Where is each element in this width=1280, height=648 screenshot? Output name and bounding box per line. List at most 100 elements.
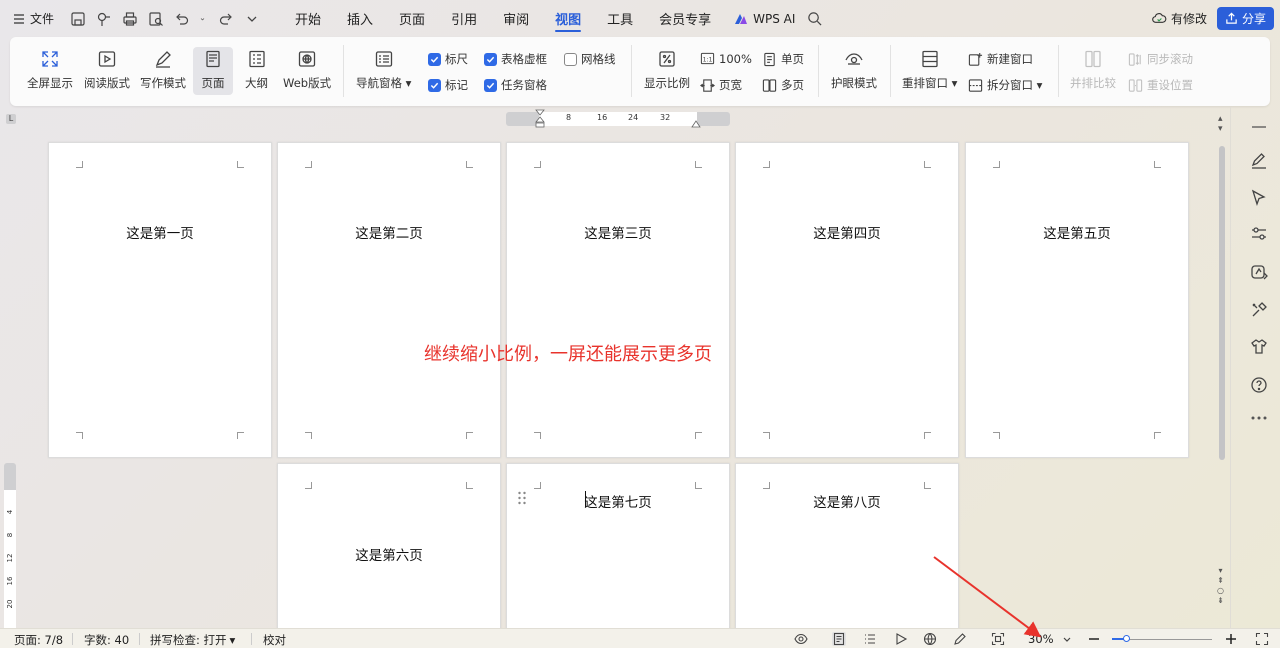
- document-page[interactable]: 这是第四页: [735, 142, 959, 458]
- task-pane-checkbox[interactable]: 任务窗格: [484, 77, 547, 93]
- print-icon[interactable]: [122, 11, 138, 27]
- ai-write-icon[interactable]: [1250, 263, 1268, 281]
- file-menu[interactable]: 文件: [14, 10, 54, 27]
- search-icon[interactable]: [807, 11, 822, 26]
- drag-handle-icon[interactable]: [517, 491, 527, 505]
- page-text[interactable]: 这是第一页: [49, 222, 271, 242]
- new-window-button[interactable]: 新建窗口: [968, 51, 1033, 67]
- document-page[interactable]: 这是第五页: [965, 142, 1189, 458]
- edit-pen-icon[interactable]: [1250, 152, 1268, 170]
- modified-status-button[interactable]: 有修改: [1152, 10, 1207, 27]
- page-text[interactable]: 这是第八页: [736, 491, 958, 511]
- document-page[interactable]: 这是第一页: [48, 142, 272, 458]
- tab-review[interactable]: 审阅: [490, 0, 542, 37]
- next-page-icon[interactable]: ⇟: [1217, 596, 1224, 605]
- undo-icon[interactable]: [174, 11, 190, 27]
- tab-member[interactable]: 会员专享: [646, 0, 724, 37]
- page-text[interactable]: 这是第七页: [507, 491, 729, 511]
- zoom-slider-handle[interactable]: [1123, 635, 1130, 642]
- web-view-globe-icon[interactable]: [923, 632, 937, 646]
- zoom-ratio-button[interactable]: 显示比例: [644, 49, 690, 91]
- page-text[interactable]: 这是第四页: [736, 222, 958, 242]
- page-text[interactable]: 这是第三页: [507, 222, 729, 242]
- play-icon[interactable]: [894, 632, 908, 646]
- prev-page-icon[interactable]: ⇞: [1217, 576, 1224, 585]
- page-view-button[interactable]: 页面: [193, 47, 233, 95]
- help-icon[interactable]: [1250, 376, 1268, 394]
- marks-checkbox[interactable]: 标记: [428, 77, 468, 93]
- redo-icon[interactable]: [218, 11, 234, 27]
- vertical-scrollbar-thumb[interactable]: [1219, 146, 1225, 460]
- document-page[interactable]: 这是第八页: [735, 463, 959, 633]
- select-cursor-icon[interactable]: [1250, 189, 1268, 207]
- tab-stop-selector[interactable]: L: [6, 114, 16, 124]
- page-text[interactable]: 这是第二页: [278, 222, 500, 242]
- format-shirt-icon[interactable]: [1250, 338, 1268, 356]
- tab-tools[interactable]: 工具: [594, 0, 646, 37]
- share-button[interactable]: 分享: [1216, 7, 1274, 30]
- page-width-button[interactable]: 页宽: [700, 77, 742, 93]
- side-by-side-button[interactable]: 并排比较: [1070, 49, 1116, 91]
- tab-insert[interactable]: 插入: [334, 0, 386, 37]
- wps-ai-button[interactable]: WPS AI: [734, 12, 795, 26]
- scroll-down-icon[interactable]: ▾: [1218, 566, 1222, 575]
- single-page-button[interactable]: 单页: [762, 51, 804, 67]
- zoom-100-button[interactable]: 1:1 100%: [700, 51, 752, 66]
- more-icon[interactable]: [1250, 415, 1268, 421]
- tab-home[interactable]: 开始: [282, 0, 334, 37]
- more-chevron-icon[interactable]: [244, 11, 260, 27]
- eye-care-toggle-icon[interactable]: [794, 632, 808, 646]
- zoom-out-icon[interactable]: [1087, 632, 1101, 646]
- collapse-panel-icon[interactable]: [1250, 125, 1268, 129]
- document-page[interactable]: 这是第三页: [506, 142, 730, 458]
- gridlines-checkbox[interactable]: 网格线: [564, 51, 616, 67]
- adjust-sliders-icon[interactable]: [1250, 225, 1268, 243]
- right-indent-marker-icon[interactable]: [691, 118, 701, 128]
- fit-page-icon[interactable]: [991, 632, 1005, 646]
- vertical-ruler[interactable]: 4 8 12 16 20: [4, 463, 16, 628]
- indent-marker-icon[interactable]: [535, 109, 545, 129]
- ruler-checkbox[interactable]: 标尺: [428, 51, 468, 67]
- page-indicator[interactable]: 页面: 7/8: [14, 632, 63, 648]
- zoom-in-icon[interactable]: [1224, 632, 1238, 646]
- fullscreen-button[interactable]: 全屏显示: [27, 49, 73, 91]
- write-mode-pen-icon[interactable]: [953, 632, 967, 646]
- export-pdf-icon[interactable]: [96, 11, 112, 27]
- read-mode-button[interactable]: 阅读版式: [84, 49, 130, 91]
- save-icon[interactable]: [70, 11, 86, 27]
- word-count[interactable]: 字数: 40: [84, 632, 129, 648]
- page-text[interactable]: 这是第五页: [966, 222, 1188, 242]
- tab-references[interactable]: 引用: [438, 0, 490, 37]
- browse-object-icon[interactable]: ○: [1217, 586, 1224, 595]
- table-dashed-checkbox[interactable]: 表格虚框: [484, 51, 547, 67]
- zoom-level[interactable]: 30%: [1028, 632, 1054, 646]
- multi-page-button[interactable]: 多页: [762, 77, 804, 93]
- tab-view[interactable]: 视图: [542, 0, 594, 37]
- horizontal-ruler[interactable]: 8 16 24 32: [506, 109, 730, 129]
- split-window-button[interactable]: 拆分窗口 ▾: [968, 77, 1042, 93]
- document-page[interactable]: 这是第七页: [506, 463, 730, 633]
- zoom-dropdown-icon[interactable]: [1062, 632, 1072, 646]
- nav-pane-button[interactable]: 导航窗格 ▾: [356, 49, 411, 91]
- outline-view-mode-icon[interactable]: [863, 632, 877, 646]
- write-mode-button[interactable]: 写作模式: [140, 49, 186, 91]
- eye-care-button[interactable]: 护眼模式: [831, 49, 877, 91]
- fullscreen-corners-icon[interactable]: [1255, 632, 1269, 646]
- spell-check-status[interactable]: 拼写检查: 打开 ▾: [150, 632, 235, 648]
- document-page[interactable]: 这是第六页: [277, 463, 501, 633]
- page-view-mode-icon[interactable]: [832, 632, 846, 646]
- tab-page[interactable]: 页面: [386, 0, 438, 37]
- reset-position-button[interactable]: 重设位置: [1128, 77, 1193, 93]
- tools-icon[interactable]: [1250, 301, 1268, 319]
- proofread-button[interactable]: 校对: [263, 632, 286, 648]
- print-preview-icon[interactable]: [148, 11, 164, 27]
- web-layout-button[interactable]: Web版式: [283, 49, 331, 91]
- undo-dropdown-icon[interactable]: [200, 11, 208, 27]
- outline-button[interactable]: 大纲: [245, 49, 268, 91]
- page-text[interactable]: 这是第六页: [278, 544, 500, 564]
- rearrange-window-button[interactable]: 重排窗口 ▾: [902, 49, 957, 91]
- document-page[interactable]: 这是第二页: [277, 142, 501, 458]
- scroll-up-icon[interactable]: ▴ ▾: [1218, 114, 1223, 134]
- pen-icon: [155, 51, 171, 68]
- sync-scroll-button[interactable]: 同步滚动: [1128, 51, 1193, 67]
